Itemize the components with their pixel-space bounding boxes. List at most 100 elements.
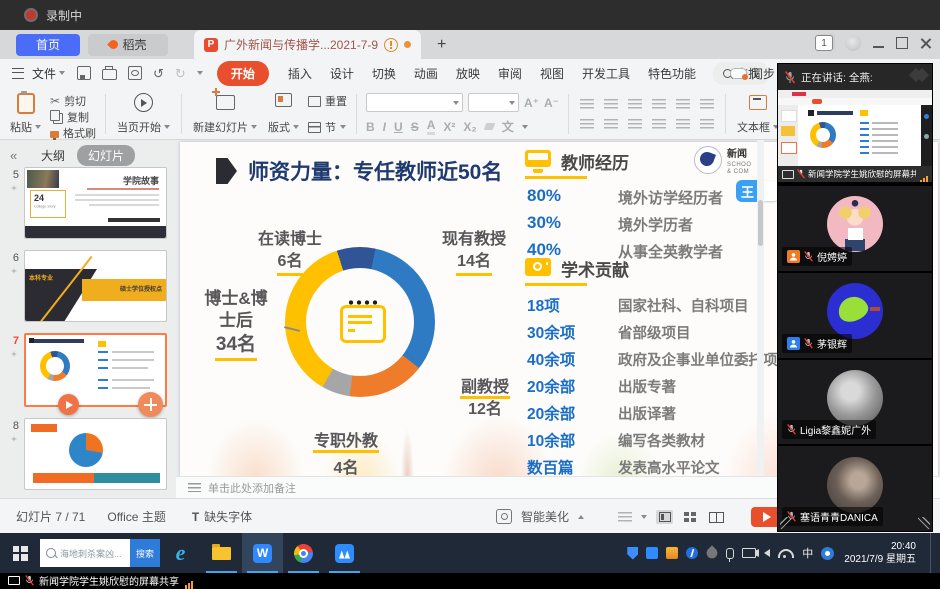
tab-slides[interactable]: 幻灯片 xyxy=(77,145,135,166)
font-family-select[interactable] xyxy=(366,93,463,112)
section-button[interactable]: 节 xyxy=(308,119,347,135)
flash-tray-icon[interactable] xyxy=(686,547,698,559)
ribbon-tab-design[interactable]: 设计 xyxy=(321,65,363,82)
reading-view-button[interactable] xyxy=(708,510,725,524)
close-button[interactable] xyxy=(920,37,932,49)
ribbon-tab-review[interactable]: 审阅 xyxy=(489,65,531,82)
scrollbar-thumb[interactable] xyxy=(758,200,763,246)
align-center-icon[interactable] xyxy=(604,119,618,129)
superscript-button[interactable]: X² xyxy=(443,120,455,134)
resize-handle[interactable] xyxy=(918,517,930,529)
ribbon-tab-view[interactable]: 视图 xyxy=(531,65,573,82)
font-color-button[interactable]: A xyxy=(427,118,436,135)
minimize-button[interactable] xyxy=(873,46,884,48)
ribbon-tab-slideshow[interactable]: 放映 xyxy=(447,65,489,82)
participant-tile[interactable]: 倪娉婷 xyxy=(778,184,932,271)
clear-format-icon[interactable] xyxy=(483,123,495,130)
play-from-page-button[interactable]: 当页开始 xyxy=(115,91,172,137)
redo-icon[interactable]: ↻ xyxy=(175,67,186,80)
numbered-list-icon[interactable] xyxy=(604,99,618,109)
ribbon-tab-special[interactable]: 特色功能 xyxy=(639,65,705,82)
taskbar-clock[interactable]: 20:40 2021/7/9 星期五 xyxy=(844,540,916,567)
slide-thumbnail-5[interactable]: 24 College Story 学院故事 xyxy=(24,167,167,239)
taskbar-app-chrome[interactable] xyxy=(283,533,324,573)
strikethrough-button[interactable]: S xyxy=(411,120,419,134)
bullet-list-icon[interactable] xyxy=(580,99,594,109)
missing-font-label[interactable]: 缺失字体 xyxy=(204,508,252,525)
meeting-tray-icon[interactable] xyxy=(646,547,658,559)
save-icon[interactable] xyxy=(77,66,91,80)
slide-thumbnail-7-selected[interactable] xyxy=(24,333,167,407)
copy-button[interactable]: 复制 xyxy=(50,109,96,125)
maximize-button[interactable] xyxy=(896,37,908,49)
italic-button[interactable]: I xyxy=(383,120,386,134)
cut-button[interactable]: ✂剪切 xyxy=(50,93,96,109)
canvas-scrollbar[interactable] xyxy=(757,140,764,476)
participant-tile[interactable]: 茅银辉 xyxy=(778,271,932,358)
participant-tile[interactable]: 塞语青青DANICA xyxy=(778,444,932,531)
sync-button[interactable]: 同步 xyxy=(730,65,775,82)
undo-icon[interactable]: ↺ xyxy=(153,67,164,80)
quickbar-caret-icon[interactable] xyxy=(197,71,203,75)
ribbon-tab-devtools[interactable]: 开发工具 xyxy=(573,65,639,82)
reset-button[interactable]: 重置 xyxy=(308,93,347,109)
bold-button[interactable]: B xyxy=(366,120,375,134)
line-spacing-icon[interactable] xyxy=(700,99,714,109)
search-button[interactable]: 搜索 xyxy=(130,539,160,567)
tab-docer[interactable]: 稻壳 xyxy=(88,34,168,56)
font-size-select[interactable] xyxy=(468,93,519,112)
phonetic-button[interactable]: 文 xyxy=(502,118,514,135)
text-tools-icon[interactable] xyxy=(700,119,714,129)
print-icon[interactable] xyxy=(102,69,117,80)
account-avatar[interactable] xyxy=(845,35,861,51)
preview-play-button[interactable] xyxy=(58,394,79,415)
print-preview-icon[interactable] xyxy=(128,66,142,80)
underline-button[interactable]: U xyxy=(394,120,403,134)
start-button[interactable] xyxy=(0,533,40,573)
align-left-icon[interactable] xyxy=(580,119,594,129)
window-count-badge[interactable]: 1 xyxy=(815,35,833,51)
tab-document[interactable]: P 广外新闻与传播学...2021-7-9 xyxy=(194,30,421,59)
justify-icon[interactable] xyxy=(652,119,666,129)
beautify-label[interactable]: 智能美化 xyxy=(521,508,569,525)
new-slide-button[interactable]: 新建幻灯片 xyxy=(191,91,259,137)
comment-bubble[interactable]: 王 xyxy=(736,180,759,202)
grow-font-button[interactable]: A⁺ xyxy=(524,96,539,110)
ime-indicator[interactable]: 中 xyxy=(802,545,813,561)
resize-handle[interactable] xyxy=(780,517,792,529)
tray-app-icon[interactable] xyxy=(666,547,678,559)
wifi-icon[interactable] xyxy=(778,549,794,558)
text-box-button[interactable]: 文本框 xyxy=(735,91,781,137)
new-tab-button[interactable]: + xyxy=(437,36,446,54)
file-menu[interactable]: 文件 xyxy=(12,65,65,82)
volume-icon[interactable] xyxy=(764,549,770,557)
satellite-tray-icon[interactable] xyxy=(705,545,720,560)
collapse-panel-button[interactable]: « xyxy=(10,148,17,163)
paste-button[interactable]: 粘贴 xyxy=(8,91,43,137)
slide-thumbnail-6[interactable]: 本科专业 硕士学位授权点 xyxy=(24,250,167,322)
security-shield-icon[interactable] xyxy=(627,547,638,560)
tray-account-icon[interactable] xyxy=(821,547,834,560)
increase-indent-icon[interactable] xyxy=(652,99,666,109)
ribbon-tab-start[interactable]: 开始 xyxy=(217,61,269,86)
ribbon-tab-insert[interactable]: 插入 xyxy=(279,65,321,82)
taskbar-app-ie[interactable]: e xyxy=(160,533,201,573)
ribbon-tab-transition[interactable]: 切换 xyxy=(363,65,405,82)
subscript-button[interactable]: X₂ xyxy=(463,120,476,134)
screen-share-thumbnail[interactable]: 新闻学院学生姚欣慰的屏幕共享 xyxy=(778,90,932,184)
notes-view-icon[interactable] xyxy=(618,512,632,522)
taskbar-app-explorer[interactable] xyxy=(201,533,242,573)
camera-tray-icon[interactable] xyxy=(742,548,756,558)
layout-button[interactable]: 版式 xyxy=(266,91,301,137)
microphone-tray-icon[interactable] xyxy=(726,548,734,559)
format-painter-button[interactable]: 格式刷 xyxy=(50,125,96,141)
shrink-font-button[interactable]: A⁻ xyxy=(544,96,559,110)
columns-icon[interactable] xyxy=(676,119,690,129)
taskbar-app-wps[interactable]: W xyxy=(242,533,283,573)
theme-label[interactable]: Office 主题 xyxy=(107,508,165,525)
align-right-icon[interactable] xyxy=(628,119,642,129)
decrease-indent-icon[interactable] xyxy=(628,99,642,109)
participant-tile[interactable]: Ligia黎鑫妮广外 xyxy=(778,358,932,445)
normal-view-button[interactable] xyxy=(656,510,673,524)
ribbon-tab-animation[interactable]: 动画 xyxy=(405,65,447,82)
